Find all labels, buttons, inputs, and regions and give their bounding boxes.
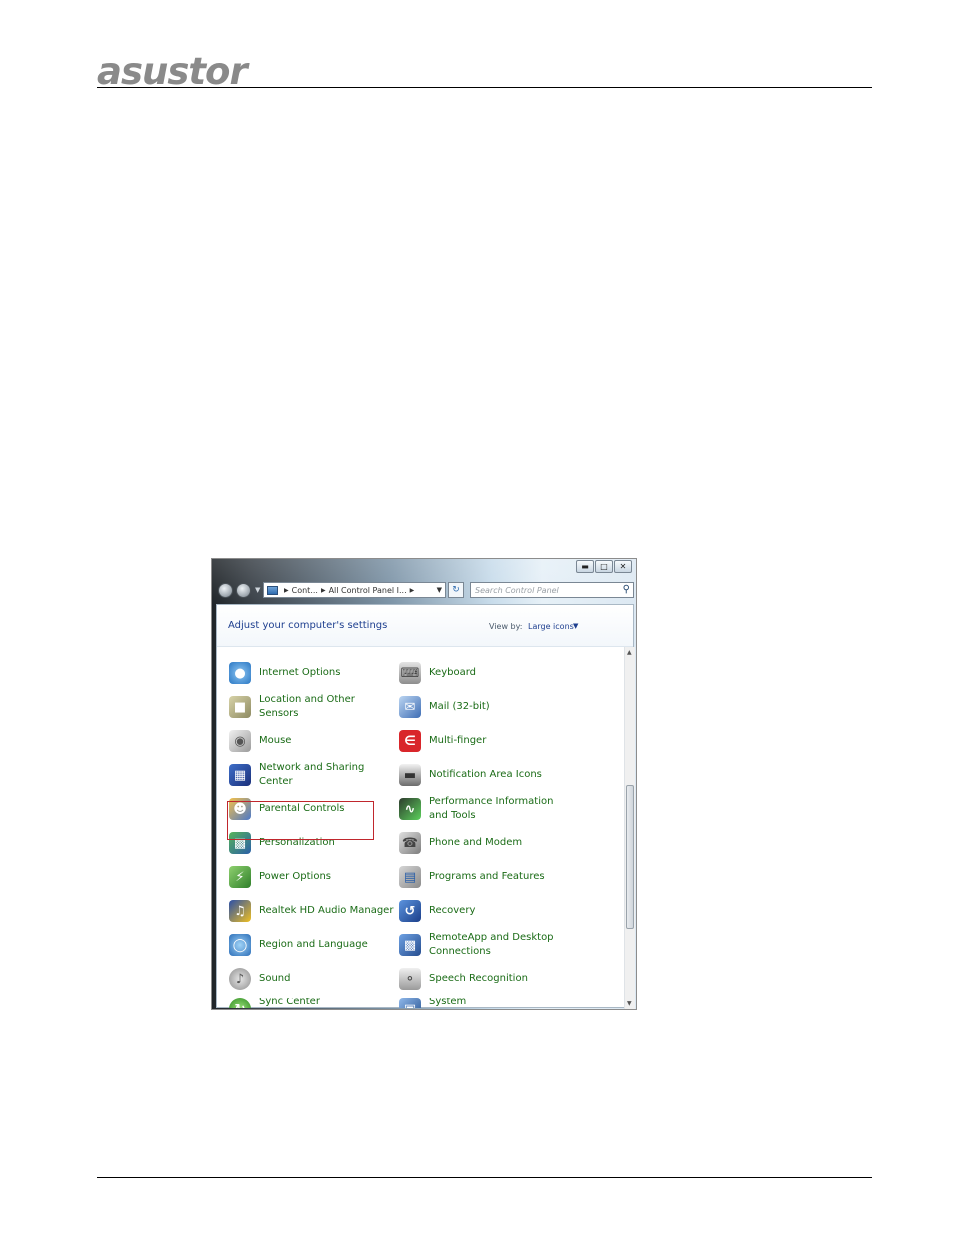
item-label: Sync Center bbox=[259, 998, 320, 1007]
multi-finger-icon: ∈ bbox=[399, 730, 421, 752]
location-sensors-icon: ■ bbox=[229, 696, 251, 718]
view-by-dropdown[interactable]: Large icons bbox=[528, 622, 574, 631]
chevron-down-icon[interactable]: ▼ bbox=[573, 622, 578, 630]
search-placeholder: Search Control Panel bbox=[475, 585, 559, 595]
item-label: Region and Language bbox=[259, 939, 368, 950]
header-rule bbox=[97, 87, 872, 88]
item-label: RemoteApp and Desktop Connections bbox=[429, 932, 554, 957]
item-label: Performance Information and Tools bbox=[429, 796, 554, 821]
control-panel-icon bbox=[267, 585, 278, 595]
scrollbar-thumb[interactable] bbox=[626, 785, 634, 929]
item-label: Speech Recognition bbox=[429, 973, 528, 984]
content-pane: Adjust your computer's settings View by:… bbox=[216, 604, 635, 1009]
keyboard-icon: ⌨ bbox=[399, 662, 421, 684]
refresh-icon[interactable]: ↻ bbox=[448, 582, 464, 598]
scroll-down-icon[interactable]: ▼ bbox=[627, 1000, 632, 1007]
item-remoteapp[interactable]: ▩ RemoteApp and Desktop Connections bbox=[399, 930, 557, 960]
item-performance[interactable]: ∿ Performance Information and Tools bbox=[399, 794, 557, 824]
phone-modem-icon: ☎ bbox=[399, 832, 421, 854]
minimize-icon[interactable]: ▬ bbox=[576, 560, 594, 573]
item-mouse[interactable]: ◉ Mouse bbox=[229, 726, 291, 756]
system-icon: ▣ bbox=[399, 998, 421, 1008]
item-programs-features[interactable]: ▤ Programs and Features bbox=[399, 862, 545, 892]
forward-button-icon[interactable] bbox=[236, 583, 251, 598]
control-panel-window: ▬ □ ✕ ▼ ▶ Cont... ▶ All Control Panel I.… bbox=[211, 558, 637, 1010]
item-phone-modem[interactable]: ☎ Phone and Modem bbox=[399, 828, 522, 858]
network-sharing-highlight-box bbox=[227, 801, 374, 840]
power-options-icon: ⚡ bbox=[229, 866, 251, 888]
item-label: Network and Sharing Center bbox=[259, 762, 365, 787]
item-sound[interactable]: ♪ Sound bbox=[229, 964, 291, 994]
mail-icon: ✉ bbox=[399, 696, 421, 718]
item-recovery[interactable]: ↺ Recovery bbox=[399, 896, 475, 926]
item-label: Internet Options bbox=[259, 667, 341, 678]
breadcrumb-segment[interactable]: All Control Panel I... bbox=[329, 586, 407, 595]
address-bar[interactable]: ▶ Cont... ▶ All Control Panel I... ▶ ▼ bbox=[263, 582, 446, 598]
sync-center-icon: ↻ bbox=[229, 998, 251, 1008]
remoteapp-icon: ▩ bbox=[399, 934, 421, 956]
page-title: Adjust your computer's settings bbox=[228, 620, 388, 631]
chevron-right-icon[interactable]: ▶ bbox=[284, 587, 289, 594]
vertical-scrollbar[interactable]: ▲ ▼ bbox=[624, 647, 635, 1009]
programs-features-icon: ▤ bbox=[399, 866, 421, 888]
item-label: Programs and Features bbox=[429, 871, 545, 882]
notification-area-icon: ▬ bbox=[399, 764, 421, 786]
breadcrumb-segment[interactable]: Cont... bbox=[292, 586, 318, 595]
back-button-icon[interactable] bbox=[218, 583, 233, 598]
footer-rule bbox=[97, 1177, 872, 1178]
chevron-down-icon[interactable]: ▼ bbox=[437, 586, 442, 594]
item-sync-center[interactable]: ↻ Sync Center bbox=[229, 998, 320, 1008]
view-by-label: View by: bbox=[489, 622, 523, 631]
item-system[interactable]: ▣ System bbox=[399, 998, 466, 1008]
caption-buttons: ▬ □ ✕ bbox=[575, 560, 632, 573]
search-icon[interactable]: ⚲ bbox=[623, 584, 630, 595]
item-label: Location and Other Sensors bbox=[259, 694, 355, 719]
item-label: Notification Area Icons bbox=[429, 769, 542, 780]
item-mail[interactable]: ✉ Mail (32-bit) bbox=[399, 692, 490, 722]
network-sharing-icon: ▦ bbox=[229, 764, 251, 786]
mouse-icon: ◉ bbox=[229, 730, 251, 752]
item-label: Mouse bbox=[259, 735, 292, 746]
sound-icon: ♪ bbox=[229, 968, 251, 990]
close-icon[interactable]: ✕ bbox=[614, 560, 632, 573]
item-power-options[interactable]: ⚡ Power Options bbox=[229, 862, 331, 892]
item-speech-recognition[interactable]: ⚬ Speech Recognition bbox=[399, 964, 528, 994]
search-input[interactable]: Search Control Panel ⚲ bbox=[470, 582, 634, 598]
item-label: Realtek HD Audio Manager bbox=[259, 905, 394, 916]
item-network-sharing[interactable]: ▦ Network and Sharing Center bbox=[229, 760, 371, 790]
item-realtek-audio[interactable]: ♫ Realtek HD Audio Manager bbox=[229, 896, 393, 926]
item-label: Sound bbox=[259, 973, 291, 984]
item-multi-finger[interactable]: ∈ Multi-finger bbox=[399, 726, 486, 756]
performance-icon: ∿ bbox=[399, 798, 421, 820]
item-location-sensors[interactable]: ■ Location and Other Sensors bbox=[229, 692, 371, 722]
realtek-audio-icon: ♫ bbox=[229, 900, 251, 922]
item-notification-area[interactable]: ▬ Notification Area Icons bbox=[399, 760, 542, 790]
item-label: Phone and Modem bbox=[429, 837, 523, 848]
item-label: Recovery bbox=[429, 905, 476, 916]
item-label: Power Options bbox=[259, 871, 331, 882]
item-region-language[interactable]: ◯ Region and Language bbox=[229, 930, 368, 960]
region-language-icon: ◯ bbox=[229, 934, 251, 956]
item-keyboard[interactable]: ⌨ Keyboard bbox=[399, 658, 476, 688]
chevron-right-icon[interactable]: ▶ bbox=[321, 587, 326, 594]
speech-recognition-icon: ⚬ bbox=[399, 968, 421, 990]
recovery-icon: ↺ bbox=[399, 900, 421, 922]
internet-options-icon: ● bbox=[229, 662, 251, 684]
scroll-up-icon[interactable]: ▲ bbox=[627, 649, 632, 656]
item-label: Mail (32-bit) bbox=[429, 701, 490, 712]
content-header: Adjust your computer's settings View by:… bbox=[217, 605, 633, 647]
maximize-icon[interactable]: □ bbox=[595, 560, 613, 573]
item-label: Multi-finger bbox=[429, 735, 487, 746]
chevron-right-icon[interactable]: ▶ bbox=[410, 587, 415, 594]
item-label: Keyboard bbox=[429, 667, 477, 678]
item-label: System bbox=[429, 998, 467, 1007]
recent-pages-dropdown-icon[interactable]: ▼ bbox=[255, 586, 260, 594]
item-internet-options[interactable]: ● Internet Options bbox=[229, 658, 340, 688]
